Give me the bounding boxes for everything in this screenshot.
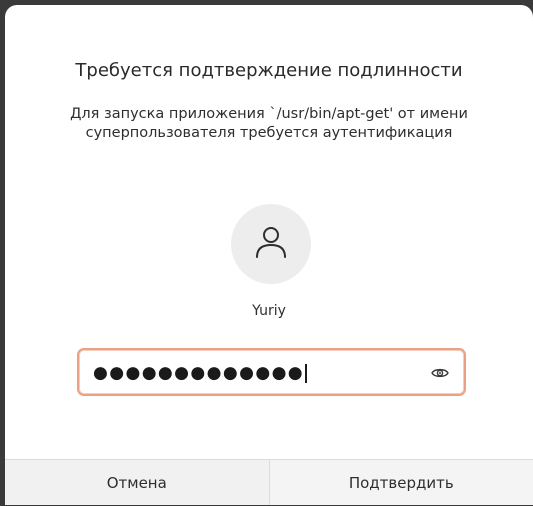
user-icon xyxy=(253,224,289,264)
password-field[interactable]: ●●●●●●●●●●●●● xyxy=(77,348,466,396)
auth-dialog: Требуется подтверждение подлинности Для … xyxy=(5,5,533,505)
cancel-button[interactable]: Отмена xyxy=(5,460,269,505)
dialog-footer: Отмена Подтвердить xyxy=(5,459,533,505)
dialog-title: Требуется подтверждение подлинности xyxy=(75,60,463,81)
dialog-message: Для запуска приложения `/usr/bin/apt-get… xyxy=(70,106,468,141)
username-label: Yuriy xyxy=(252,303,286,319)
eye-icon[interactable] xyxy=(430,363,450,383)
password-masked-text: ●●●●●●●●●●●●● xyxy=(93,363,305,383)
confirm-button[interactable]: Подтвердить xyxy=(268,460,533,505)
text-caret xyxy=(305,363,307,383)
avatar xyxy=(231,204,311,284)
password-value: ●●●●●●●●●●●●● xyxy=(93,363,307,383)
